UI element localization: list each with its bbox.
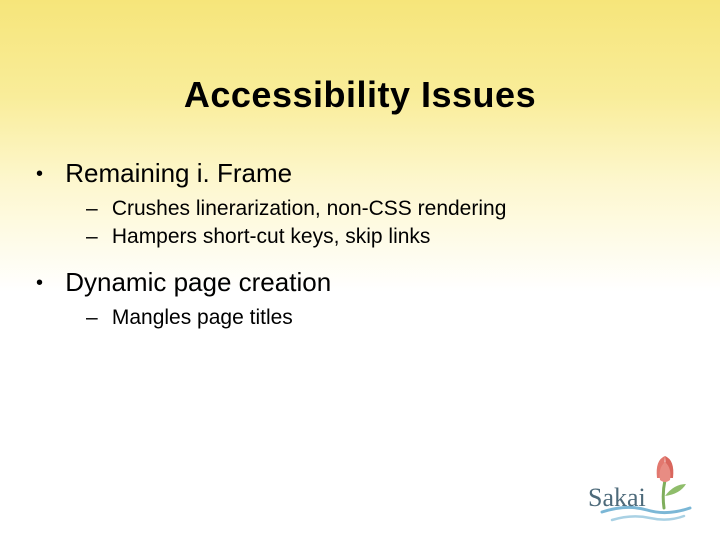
list-item-label: Hampers short-cut keys, skip links bbox=[112, 225, 431, 248]
slide: Accessibility Issues Remaining i. Frame … bbox=[0, 0, 720, 540]
list-item: Dynamic page creation Mangles page title… bbox=[34, 267, 686, 330]
bullet-list: Remaining i. Frame Crushes linerarizatio… bbox=[34, 158, 686, 330]
list-item-label: Dynamic page creation bbox=[65, 267, 331, 297]
list-item-label: Crushes linerarization, non-CSS renderin… bbox=[112, 197, 507, 220]
slide-body: Remaining i. Frame Crushes linerarizatio… bbox=[0, 116, 720, 330]
list-item: Crushes linerarization, non-CSS renderin… bbox=[86, 197, 686, 221]
logo-text: Sakai bbox=[588, 483, 646, 512]
list-item: Hampers short-cut keys, skip links bbox=[86, 225, 686, 249]
sakai-logo: Sakai bbox=[582, 450, 702, 530]
list-item-label: Remaining i. Frame bbox=[65, 158, 292, 188]
slide-title: Accessibility Issues bbox=[0, 0, 720, 116]
sub-bullet-list: Crushes linerarization, non-CSS renderin… bbox=[34, 197, 686, 249]
list-item: Remaining i. Frame Crushes linerarizatio… bbox=[34, 158, 686, 249]
sub-bullet-list: Mangles page titles bbox=[34, 306, 686, 330]
list-item-label: Mangles page titles bbox=[112, 306, 293, 329]
list-item: Mangles page titles bbox=[86, 306, 686, 330]
